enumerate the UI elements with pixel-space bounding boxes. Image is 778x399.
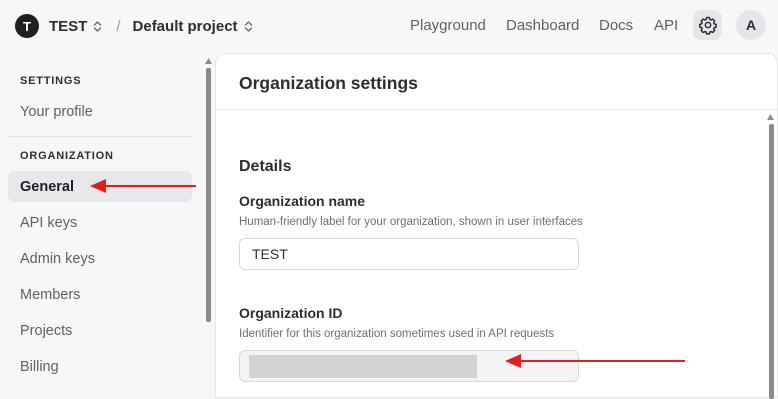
org-avatar[interactable]: T — [15, 14, 39, 38]
sidebar-item-admin-keys[interactable]: Admin keys — [8, 243, 192, 274]
nav-playground[interactable]: Playground — [410, 17, 486, 34]
settings-sidebar: SETTINGS Your profile ORGANIZATION Gener… — [0, 52, 205, 390]
sidebar-item-members[interactable]: Members — [8, 279, 192, 310]
nav-dashboard[interactable]: Dashboard — [506, 17, 579, 34]
sidebar-item-billing[interactable]: Billing — [8, 351, 192, 382]
scroll-up-icon[interactable] — [767, 114, 774, 120]
chevron-up-down-icon[interactable] — [244, 20, 253, 33]
page-title: Organization settings — [239, 73, 418, 93]
organization-settings-panel: Organization settings Details Organizati… — [215, 53, 778, 399]
nav-api[interactable]: API — [654, 17, 678, 34]
breadcrumb-separator: / — [116, 17, 121, 35]
scroll-up-icon[interactable] — [205, 58, 212, 64]
org-name-label: Organization name — [239, 193, 366, 209]
annotation-arrow-icon — [505, 354, 685, 368]
org-id-label: Organization ID — [239, 305, 343, 321]
project-switcher[interactable]: Default project — [133, 18, 238, 35]
chevron-up-down-icon[interactable] — [93, 20, 102, 33]
org-name-input[interactable]: TEST — [239, 238, 579, 270]
org-switcher[interactable]: TEST — [49, 18, 87, 35]
redacted-org-id — [249, 355, 477, 378]
organization-heading: ORGANIZATION — [20, 150, 114, 162]
user-avatar[interactable]: A — [736, 10, 766, 40]
panel-scrollbar-thumb[interactable] — [769, 124, 774, 399]
details-section-title: Details — [239, 158, 292, 175]
gear-icon — [698, 16, 717, 35]
org-name-value: TEST — [252, 246, 288, 262]
sidebar-item-your-profile[interactable]: Your profile — [8, 96, 192, 127]
nav-docs[interactable]: Docs — [599, 17, 633, 34]
sidebar-item-projects[interactable]: Projects — [8, 315, 192, 346]
settings-button[interactable] — [693, 10, 722, 40]
settings-heading: SETTINGS — [20, 75, 82, 87]
annotation-arrow-icon — [90, 179, 196, 193]
org-id-help: Identifier for this organization sometim… — [239, 328, 555, 340]
sidebar-divider — [8, 136, 192, 137]
sidebar-item-api-keys[interactable]: API keys — [8, 207, 192, 238]
org-name-help: Human-friendly label for your organizati… — [239, 216, 583, 228]
sidebar-scrollbar-thumb[interactable] — [206, 68, 211, 322]
panel-header: Organization settings — [216, 54, 777, 110]
